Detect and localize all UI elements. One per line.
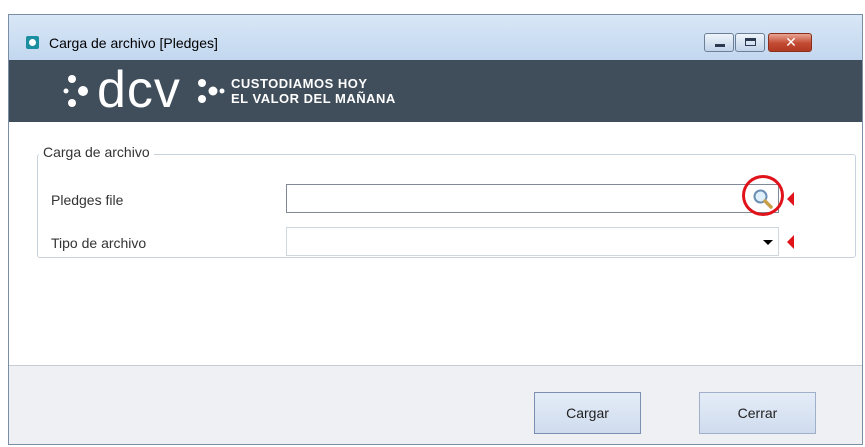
logo-dots-right-icon bbox=[198, 79, 225, 103]
maximize-button[interactable] bbox=[735, 33, 765, 52]
maximize-icon bbox=[745, 38, 756, 46]
group-title: Carga de archivo bbox=[39, 144, 154, 160]
minimize-button[interactable] bbox=[704, 33, 734, 52]
required-marker-icon bbox=[787, 192, 794, 206]
cargar-button[interactable]: Cargar bbox=[534, 392, 641, 434]
dropdown-arrow-icon[interactable] bbox=[763, 240, 773, 245]
slogan-line-1: CUSTODIAMOS HOY bbox=[231, 76, 368, 91]
cerrar-button[interactable]: Cerrar bbox=[699, 392, 816, 434]
search-highlight-ring bbox=[742, 175, 784, 216]
dialog-content: Carga de archivo Pledges file Tipo de ar… bbox=[9, 122, 862, 365]
close-button[interactable]: ✕ bbox=[768, 33, 812, 52]
minimize-icon bbox=[715, 44, 725, 47]
brand-banner: dcv CUSTODIAMOS HOY EL VALOR DEL MAÑANA bbox=[9, 60, 862, 122]
logo-dots-left-icon bbox=[63, 75, 88, 107]
pledges-file-label: Pledges file bbox=[51, 192, 124, 208]
brand-slogan: CUSTODIAMOS HOY EL VALOR DEL MAÑANA bbox=[231, 76, 396, 106]
dialog-footer: Cargar Cerrar bbox=[9, 365, 862, 444]
required-marker-icon bbox=[787, 235, 794, 249]
tipo-archivo-select[interactable] bbox=[286, 227, 779, 256]
slogan-line-2: EL VALOR DEL MAÑANA bbox=[231, 91, 396, 106]
tipo-archivo-label: Tipo de archivo bbox=[51, 235, 147, 251]
dcv-logo: dcv bbox=[97, 61, 181, 119]
window-title: Carga de archivo [Pledges] bbox=[49, 35, 218, 51]
close-icon: ✕ bbox=[785, 34, 797, 50]
title-bar[interactable]: Carga de archivo [Pledges] ✕ bbox=[9, 15, 862, 60]
dialog-window: Carga de archivo [Pledges] ✕ dcv CUSTODI… bbox=[8, 14, 863, 445]
pledges-file-input[interactable] bbox=[286, 184, 779, 213]
app-globe-icon bbox=[26, 36, 39, 49]
